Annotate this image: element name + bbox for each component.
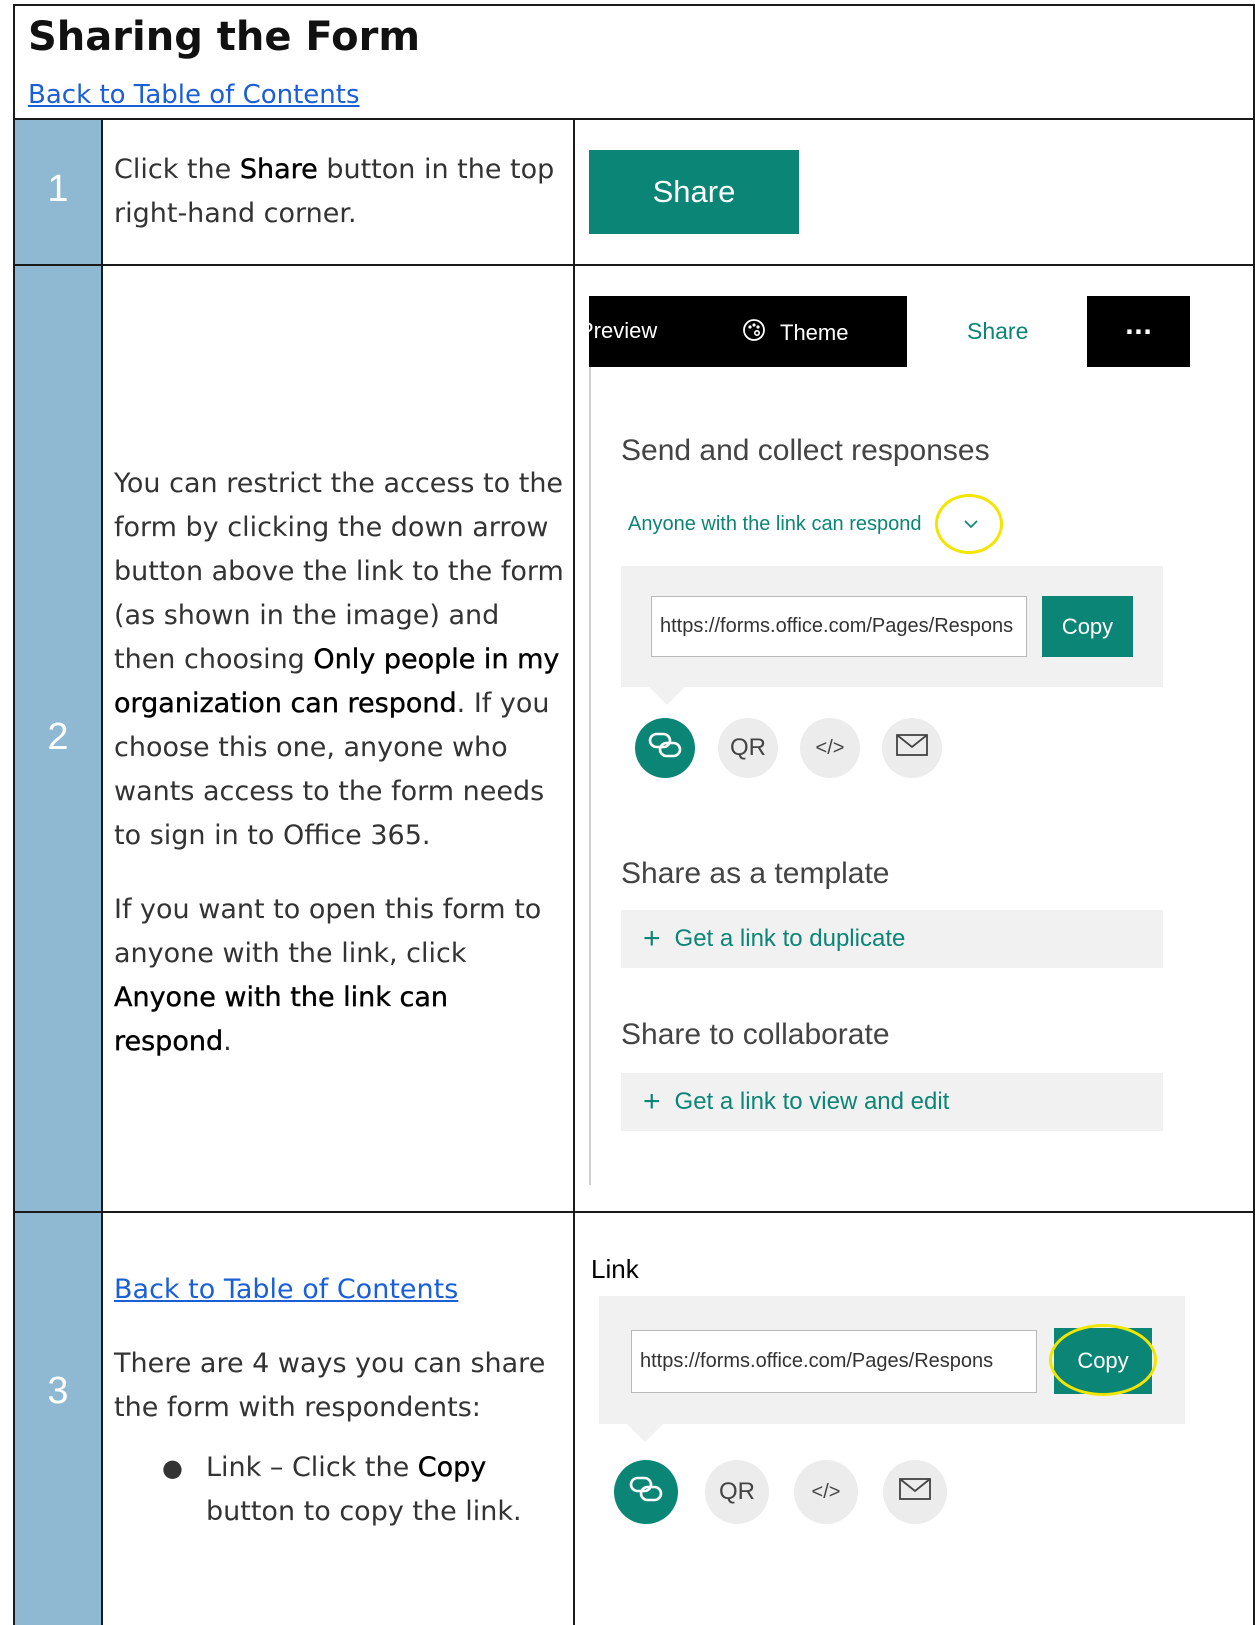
link-icon bbox=[648, 732, 682, 765]
form-url-field[interactable]: https://forms.office.com/Pages/Respons bbox=[631, 1330, 1037, 1393]
highlight-circle bbox=[935, 494, 1003, 554]
column-divider bbox=[573, 118, 575, 1625]
step-number: 3 bbox=[47, 1370, 69, 1412]
link-share-button[interactable] bbox=[635, 718, 695, 778]
embed-button[interactable]: </> bbox=[794, 1460, 858, 1524]
back-to-toc-link[interactable]: Back to Table of Contents bbox=[28, 80, 360, 110]
share-collaborate-heading: Share to collaborate bbox=[621, 1018, 890, 1051]
embed-code-icon: </> bbox=[811, 1480, 841, 1503]
section-header: Sharing the Form Back to Table of Conten… bbox=[15, 6, 1253, 123]
link-share-button[interactable] bbox=[614, 1460, 678, 1524]
back-to-toc-link[interactable]: Back to Table of Contents bbox=[114, 1274, 458, 1305]
instruction-text: Link – Click the bbox=[206, 1452, 418, 1483]
row-divider bbox=[15, 1211, 1253, 1213]
step-3-instruction: Back to Table of Contents There are 4 wa… bbox=[114, 1268, 569, 1534]
link-pointer bbox=[649, 687, 685, 705]
list-item: ● Link – Click the Copy button to copy t… bbox=[162, 1446, 569, 1534]
instruction-text: . bbox=[223, 1026, 232, 1057]
link-icon bbox=[629, 1476, 663, 1509]
embed-code-icon: </> bbox=[815, 736, 845, 759]
duplicate-link-label: Get a link to duplicate bbox=[674, 925, 906, 952]
form-url-field[interactable]: https://forms.office.com/Pages/Respons bbox=[651, 596, 1027, 657]
instruction-emphasis: Share bbox=[239, 154, 318, 185]
qr-label: QR bbox=[719, 1478, 755, 1505]
share-button[interactable]: Share bbox=[589, 150, 799, 234]
qr-code-button[interactable]: QR bbox=[718, 718, 778, 778]
bullet-icon: ● bbox=[162, 1454, 183, 1482]
instruction-text: If you want to open this form to anyone … bbox=[114, 894, 542, 969]
theme-label: Theme bbox=[780, 320, 849, 345]
embed-button[interactable]: </> bbox=[800, 718, 860, 778]
preview-tab[interactable]: Preview bbox=[589, 318, 657, 344]
panel-edge bbox=[589, 367, 591, 1185]
get-duplicate-link-button[interactable]: + Get a link to duplicate bbox=[621, 910, 1163, 968]
palette-icon bbox=[742, 318, 766, 348]
instruction-text: button to copy the link. bbox=[206, 1496, 522, 1527]
instruction-text: There are 4 ways you can share the form … bbox=[114, 1348, 546, 1423]
share-tab[interactable]: Share bbox=[967, 318, 1028, 345]
plus-icon: + bbox=[643, 922, 661, 955]
instruction-text: Click the bbox=[114, 154, 240, 185]
mail-icon bbox=[898, 1477, 932, 1508]
email-button[interactable] bbox=[883, 1460, 947, 1524]
link-pointer bbox=[627, 1424, 663, 1442]
email-button[interactable] bbox=[882, 718, 942, 778]
forms-top-bar: Preview Theme bbox=[589, 296, 907, 367]
qr-code-button[interactable]: QR bbox=[705, 1460, 769, 1524]
plus-icon: + bbox=[643, 1085, 661, 1118]
highlight-circle bbox=[1049, 1324, 1157, 1396]
view-edit-link-label: Get a link to view and edit bbox=[674, 1088, 950, 1115]
document-frame: Sharing the Form Back to Table of Conten… bbox=[13, 4, 1255, 1625]
share-template-heading: Share as a template bbox=[621, 857, 890, 890]
access-dropdown[interactable]: Anyone with the link can respond bbox=[628, 513, 922, 536]
link-section-label: Link bbox=[591, 1254, 639, 1284]
step-2-instruction: You can restrict the access to the form … bbox=[114, 462, 569, 1094]
row-divider bbox=[15, 118, 1253, 120]
copy-button[interactable]: Copy bbox=[1042, 596, 1133, 657]
column-divider bbox=[101, 118, 103, 1625]
more-options-button[interactable]: ··· bbox=[1087, 296, 1190, 367]
mail-icon bbox=[895, 733, 929, 764]
qr-label: QR bbox=[730, 734, 766, 761]
page-title: Sharing the Form bbox=[28, 14, 420, 60]
send-collect-heading: Send and collect responses bbox=[621, 434, 990, 467]
theme-tab[interactable]: Theme bbox=[742, 318, 848, 348]
instruction-emphasis: Anyone with the link can respond bbox=[114, 982, 448, 1057]
row-divider bbox=[15, 264, 1253, 266]
step-number: 1 bbox=[47, 168, 69, 210]
instruction-emphasis: Copy bbox=[417, 1452, 487, 1483]
get-view-edit-link-button[interactable]: + Get a link to view and edit bbox=[621, 1073, 1163, 1131]
step-1-instruction: Click the Share button in the top right-… bbox=[114, 148, 569, 236]
step-number: 2 bbox=[47, 716, 69, 758]
